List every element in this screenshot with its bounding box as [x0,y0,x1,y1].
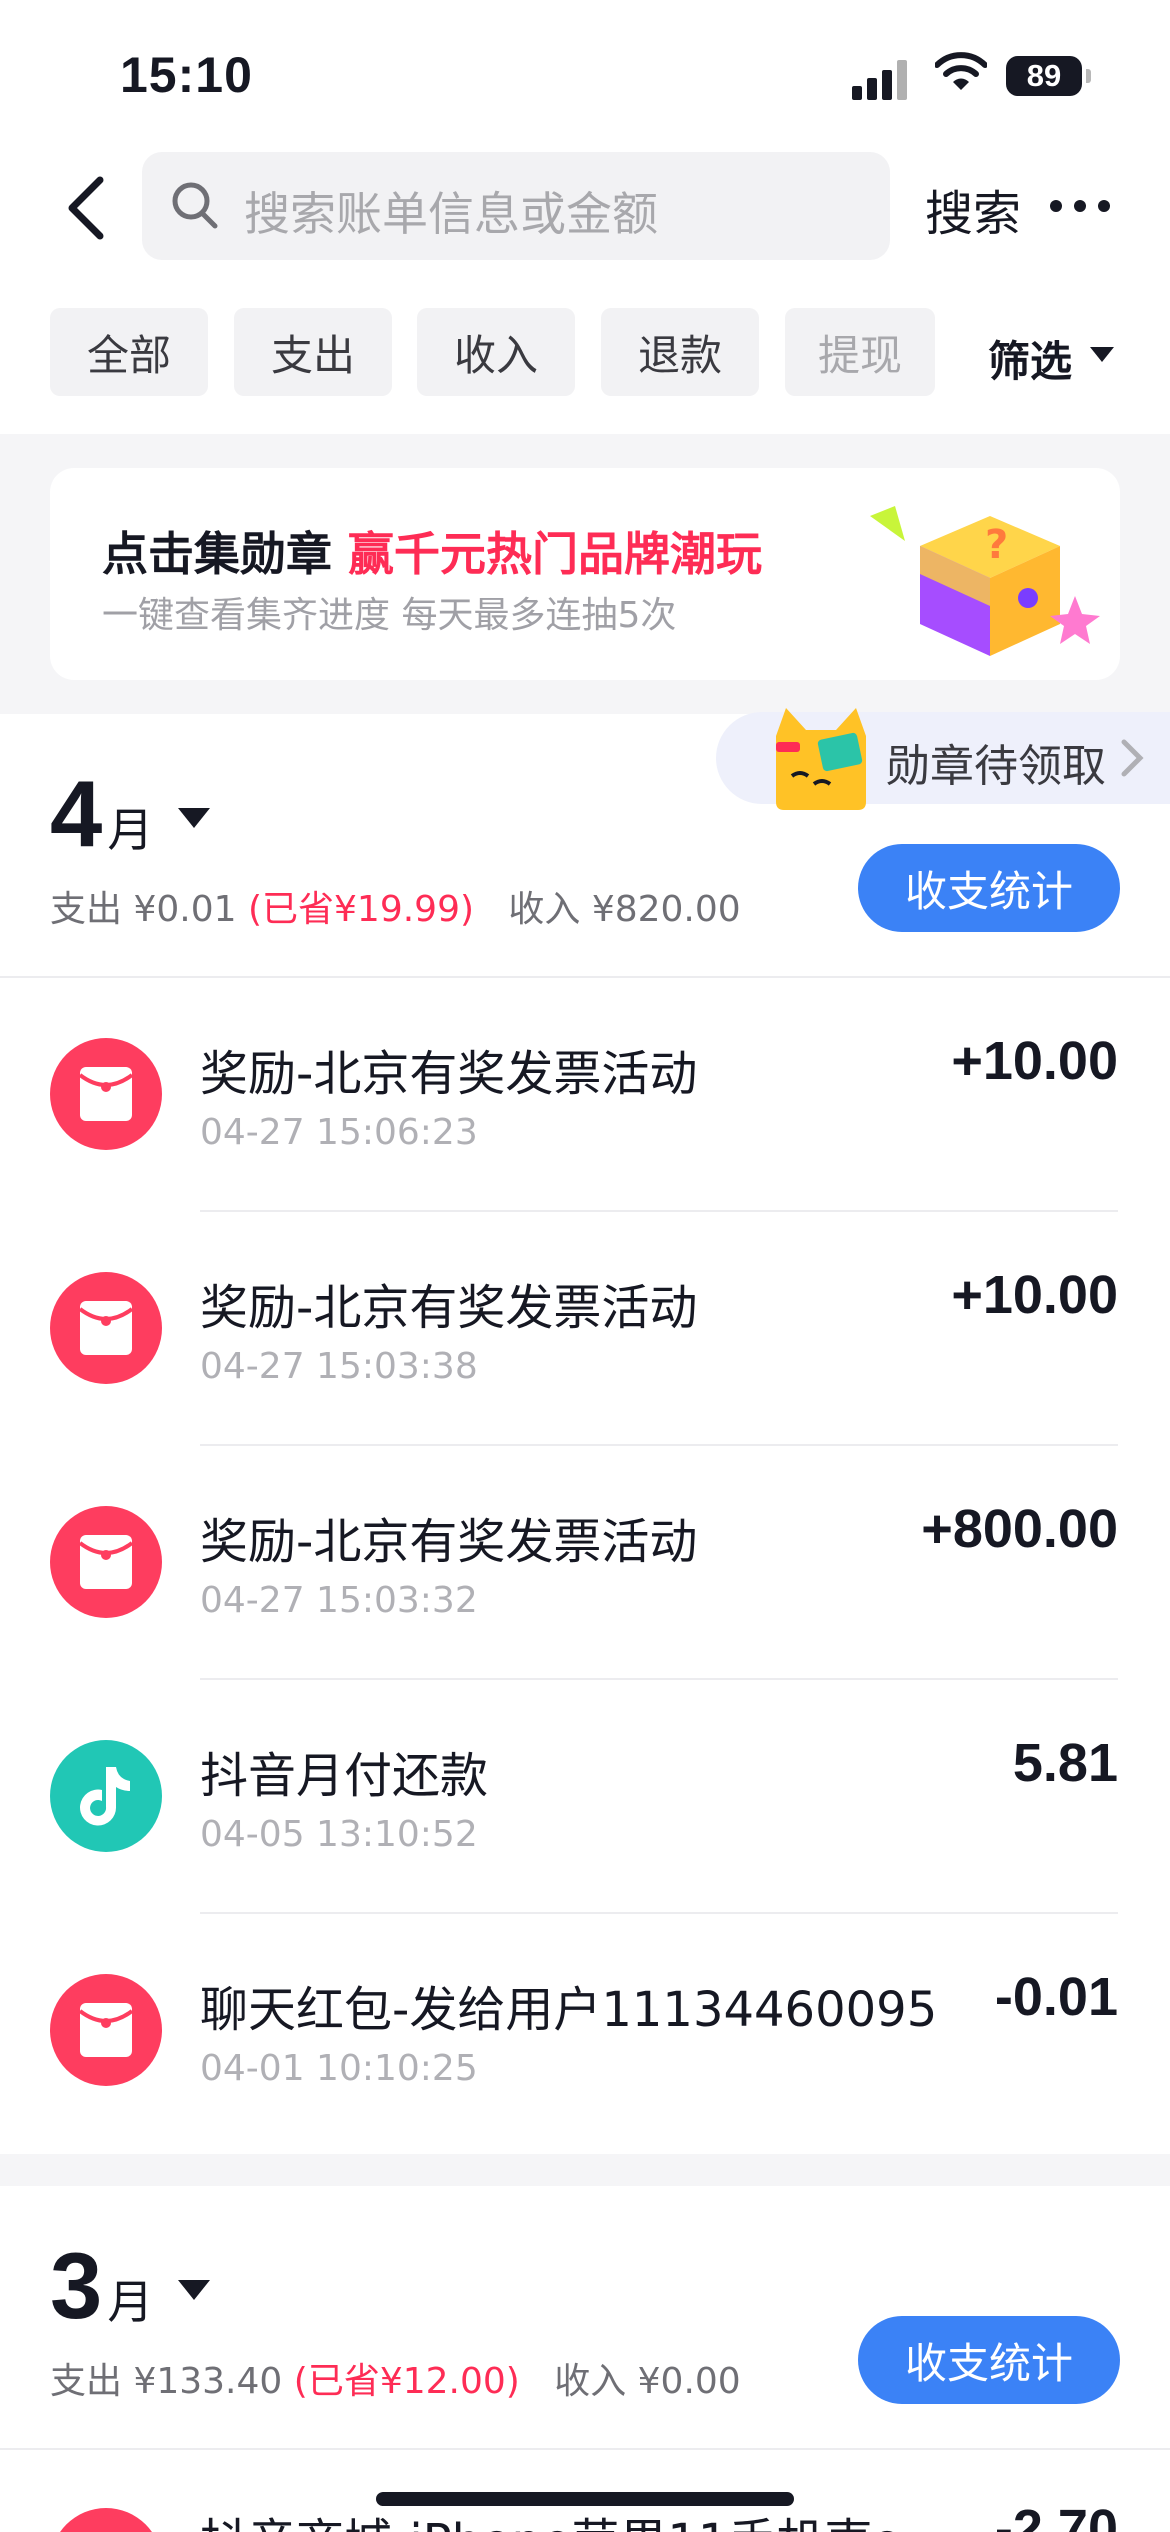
red-envelope-icon [50,1974,162,2086]
medal-pending-button[interactable]: 勋章待领取 [716,708,1170,810]
search-input[interactable]: 搜索账单信息或金额 [142,152,890,260]
transaction-title: 奖励-北京有奖发票活动 [200,1046,698,1102]
search-icon [172,182,218,229]
status-time: 15:10 [120,47,253,103]
banner-title: 点击集勋章 赢千元热门品牌潮玩 [102,527,763,581]
month-number: 3 [50,2233,103,2338]
chevron-left-icon [68,176,104,240]
more-button[interactable] [1050,200,1110,214]
back-button[interactable] [58,168,114,248]
transaction-amount: -2.70 [994,2499,1118,2532]
transaction-amount: +10.00 [951,1265,1118,1325]
transaction-time: 04-01 10:10:25 [200,2048,478,2089]
transaction-amount: +10.00 [951,1031,1118,1091]
transaction-amount: +800.00 [921,1499,1118,1559]
mystery-box-icon: ? [870,506,1100,656]
red-envelope-icon [50,1038,162,1150]
red-envelope-icon [50,1272,162,1384]
tab-all[interactable]: 全部 [50,308,208,396]
statistics-button[interactable]: 收支统计 [858,844,1120,932]
transaction-title: 聊天红包-发给用户11134460095 [200,1982,938,2038]
caret-down-icon [1090,347,1114,362]
cat-mascot-icon [776,708,866,810]
svg-text:?: ? [985,522,1008,568]
cellular-signal-icon [852,58,912,100]
medal-promo-banner[interactable]: 点击集勋章 赢千元热门品牌潮玩 一键查看集齐进度 每天最多连抽5次 ? [50,468,1120,680]
statistics-button[interactable]: 收支统计 [858,2316,1120,2404]
medal-pending-label: 勋章待领取 [886,741,1106,792]
tab-income[interactable]: 收入 [417,308,575,396]
month-summary: 支出 ¥133.40 (已省¥12.00) 收入 ¥0.00 [50,2361,741,2402]
chevron-right-icon [1121,739,1144,777]
transaction-time: 04-27 15:03:38 [200,1346,478,1387]
month-unit: 月 [107,2275,154,2329]
month-summary: 支出 ¥0.01 (已省¥19.99) 收入 ¥820.00 [50,889,741,930]
transaction-row[interactable]: 抖音商城-iPhone苹果11手机壳o -2.70 [0,2450,1170,2532]
transaction-row[interactable] [0,1680,1170,1914]
battery-indicator: 89 [1006,56,1091,96]
month-number: 4 [50,761,103,866]
banner-subtitle: 一键查看集齐进度 每天最多连抽5次 [102,595,677,636]
search-button[interactable]: 搜索 [925,174,1021,244]
month-selector[interactable]: 4 月 [50,760,153,868]
filter-button[interactable]: 筛选 [988,328,1072,389]
caret-down-icon [178,808,210,828]
transaction-title: 奖励-北京有奖发票活动 [200,1280,698,1336]
douyin-icon [50,1740,162,1852]
red-envelope-icon [50,1506,162,1618]
search-placeholder: 搜索账单信息或金额 [244,187,658,241]
caret-down-icon [178,2280,210,2300]
month-selector[interactable]: 3 月 [50,2232,153,2340]
home-indicator[interactable] [376,2492,794,2506]
transaction-time: 04-27 15:03:32 [200,1580,478,1621]
transaction-title: 抖音月付还款 [200,1748,489,1804]
tab-refund[interactable]: 退款 [601,308,759,396]
transaction-title: 抖音商城-iPhone苹果11手机壳o [200,2502,902,2532]
transaction-time: 04-05 13:10:52 [200,1814,478,1855]
red-envelope-icon [50,2508,162,2532]
month-unit: 月 [107,803,154,857]
transaction-amount: 5.81 [1012,1733,1118,1793]
wifi-icon [934,52,988,96]
section-gap [0,2154,1170,2186]
transaction-amount: -0.01 [994,1967,1118,2027]
tab-withdraw[interactable]: 提现 [785,308,935,396]
transaction-time: 04-27 15:06:23 [200,1112,478,1153]
tab-expense[interactable]: 支出 [234,308,392,396]
transaction-title: 奖励-北京有奖发票活动 [200,1514,698,1570]
